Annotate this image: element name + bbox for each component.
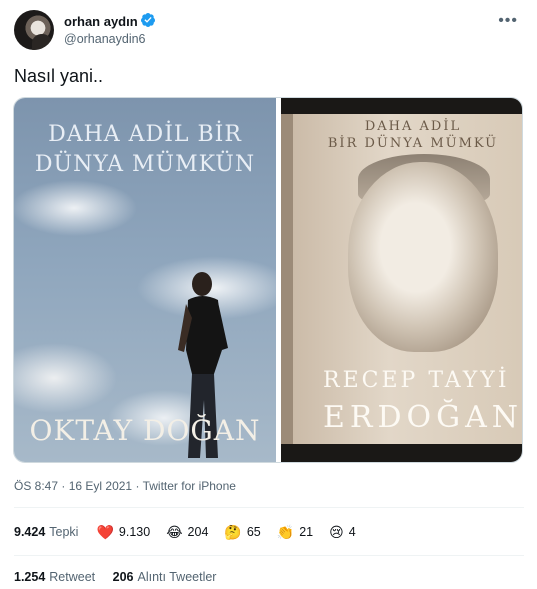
reaction-clapping[interactable]: 👏 21: [277, 525, 313, 539]
tweet-text: Nasıl yani..: [14, 66, 104, 86]
right-cover-title-line2: BİR DÜNYA MÜMKÜ: [327, 136, 499, 151]
reaction-count: 9.130: [118, 525, 151, 539]
clapping-icon: 👏: [276, 524, 295, 540]
reaction-heart[interactable]: ❤️ 9.130: [96, 525, 150, 539]
reaction-count: 4: [348, 525, 356, 539]
reactions-total-label: Tepki: [49, 525, 79, 539]
reaction-count: 21: [299, 525, 314, 539]
left-cover-title-line2: DÜNYA MÜMKÜN: [34, 152, 256, 177]
media-image-left[interactable]: DAHA ADİL BİR DÜNYA MÜMKÜN OKTAY DOĞAN: [14, 98, 276, 462]
left-cover-title-line1: DAHA ADİL BİR: [48, 122, 242, 147]
tweet-header: orhan aydın @orhanaydin6 •••: [14, 10, 524, 52]
more-dots-icon[interactable]: •••: [498, 12, 518, 30]
media-image-right[interactable]: DAHA ADİL BİR DÜNYA MÜMKÜ RECEP TAYYİ ER…: [281, 98, 522, 462]
tweet-source[interactable]: Twitter for iPhone: [143, 479, 236, 493]
retweets-count: 1.254: [14, 570, 46, 584]
divider: [14, 507, 524, 508]
meta-separator: ·: [61, 479, 66, 493]
tweet-time[interactable]: ÖS 8:47: [14, 479, 58, 493]
right-cover-author-first: RECEP TAYYİ: [323, 368, 510, 393]
stats-row: 1.254 Retweet 206 Alıntı Tweetler: [14, 570, 230, 584]
avatar[interactable]: [14, 10, 54, 50]
quotes-stat[interactable]: 206 Alıntı Tweetler: [113, 570, 231, 584]
portrait-face: [348, 162, 498, 352]
reaction-laughing[interactable]: 😂 204: [166, 525, 208, 539]
retweets-label: Retweet: [49, 570, 96, 584]
quotes-count: 206: [112, 570, 134, 584]
left-cover-title: DAHA ADİL BİR DÜNYA MÜMKÜN: [14, 120, 276, 180]
heart-icon: ❤️: [96, 524, 114, 540]
crying-icon: 😢: [329, 524, 344, 540]
tweet-meta: ÖS 8:47 · 16 Eyl 2021 · Twitter for iPho…: [14, 479, 236, 493]
right-cover-title-line1: DAHA ADİL: [364, 119, 462, 134]
right-cover-title: DAHA ADİL BİR DÜNYA MÜMKÜ: [293, 118, 522, 152]
handle[interactable]: @orhanaydin6: [64, 32, 146, 46]
reaction-crying[interactable]: 😢 4: [329, 525, 356, 539]
reactions-row: 9.424 Tepki ❤️ 9.130 😂 204 🤔 65 👏 21 😢 4: [14, 522, 372, 542]
quotes-label: Alıntı Tweetler: [137, 570, 217, 584]
tweet-date[interactable]: 16 Eyl 2021: [69, 479, 132, 493]
meta-separator: ·: [135, 479, 140, 493]
book-cover: DAHA ADİL BİR DÜNYA MÜMKÜ RECEP TAYYİ ER…: [281, 114, 522, 444]
reaction-count: 65: [246, 525, 261, 539]
divider: [14, 555, 524, 556]
verified-badge-icon: [140, 13, 155, 27]
laughing-icon: 😂: [166, 524, 183, 540]
thinking-icon: 🤔: [224, 524, 242, 540]
retweets-stat[interactable]: 1.254 Retweet: [14, 570, 113, 584]
reaction-thinking[interactable]: 🤔 65: [224, 525, 260, 539]
reaction-count: 204: [187, 525, 209, 539]
left-cover-author: OKTAY DOĞAN: [29, 414, 261, 447]
right-cover-author-last: ERDOĞAN: [323, 400, 522, 435]
reactions-total[interactable]: 9.424: [14, 525, 45, 539]
display-name[interactable]: orhan aydın: [64, 14, 138, 29]
tweet-media[interactable]: DAHA ADİL BİR DÜNYA MÜMKÜN OKTAY DOĞAN D…: [13, 97, 523, 463]
